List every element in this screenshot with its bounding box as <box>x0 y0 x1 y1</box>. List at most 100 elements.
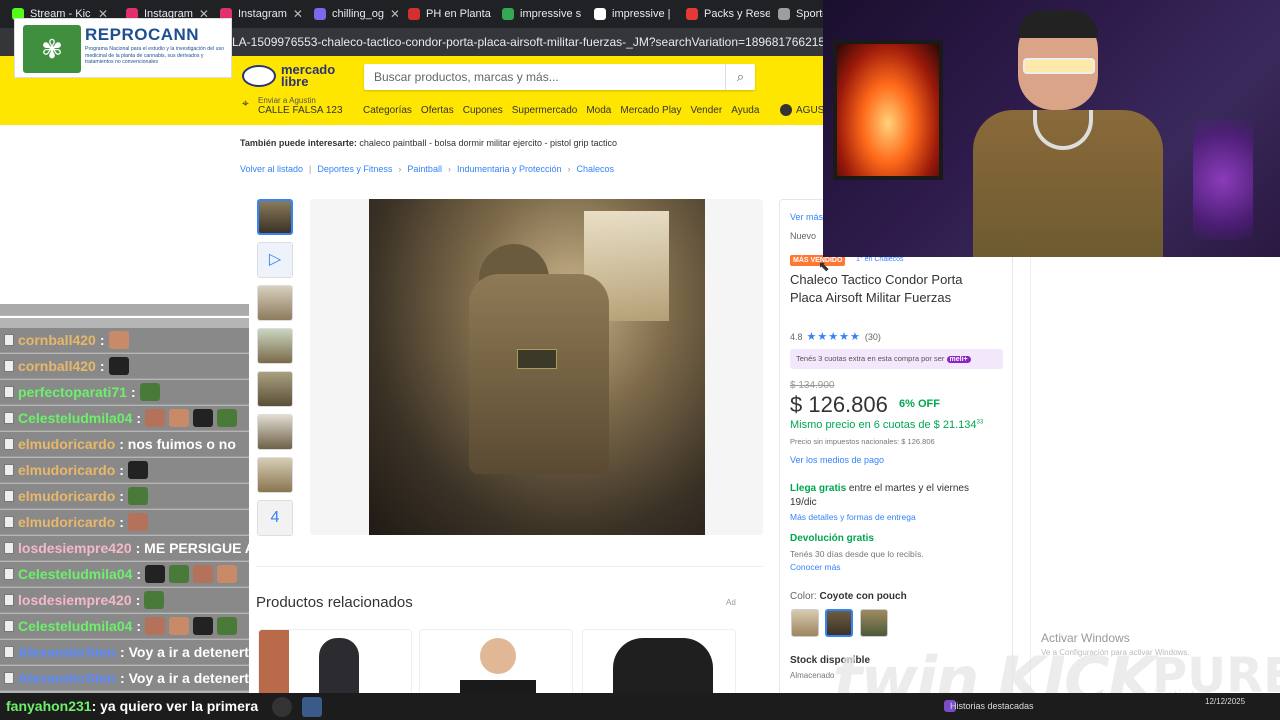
rating[interactable]: 4.8 ★★★★★ (30) <box>790 330 881 343</box>
chat-message: AlexanderSten: Voy a ir a detenerte <box>0 666 249 691</box>
nav-vender[interactable]: Vender <box>691 105 723 116</box>
breadcrumb-item[interactable]: Deportes y Fitness <box>317 164 392 174</box>
chat-username[interactable]: AlexanderSten <box>18 670 116 686</box>
browser-tab-chilling[interactable]: chilling_og ✕ <box>306 3 398 25</box>
browser-tab-sportclub[interactable]: Sportclu <box>770 3 830 25</box>
chat-username[interactable]: Celesteludmila04 <box>18 566 132 582</box>
chat-message: losdesiempre420: ME PERSIGUE AJA <box>0 536 249 561</box>
meli-plus-promo: Tenés 3 cuotas extra en esta compra por … <box>790 349 1003 369</box>
return-learn-more-link[interactable]: Conocer más <box>790 562 841 572</box>
chat-username[interactable]: cornball420 <box>18 358 96 374</box>
chat-username[interactable]: Celesteludmila04 <box>18 410 132 426</box>
emote-icon <box>217 409 238 427</box>
stream-chat-overlay: cornball420: cornball420: perfectoparati71… <box>0 304 249 720</box>
return-subtitle: Tenés 30 días desde que lo recibís. <box>790 549 924 559</box>
related-products-title: Productos relacionados <box>256 594 413 611</box>
emote-icon <box>193 409 214 427</box>
obs-icon[interactable] <box>272 697 292 717</box>
shipping-details-link[interactable]: Más detalles y formas de entrega <box>790 512 916 522</box>
gallery-thumbnail[interactable] <box>257 328 293 364</box>
chat-username[interactable]: elmudoricardo <box>18 462 115 478</box>
gallery-thumbnail[interactable] <box>257 371 293 407</box>
user-badge-icon <box>4 438 14 450</box>
video-thumbnail[interactable]: ▷ <box>257 242 293 278</box>
browser-tab-impressive[interactable]: impressive |✕ <box>586 3 678 25</box>
nav-moda[interactable]: Moda <box>586 105 611 116</box>
see-more-link[interactable]: Ver más <box>790 212 823 222</box>
cannabis-leaf-icon: ✾ <box>23 25 81 73</box>
chat-message: Celesteludmila04: <box>0 614 249 639</box>
account-menu[interactable]: AGUS <box>780 104 824 116</box>
chat-username[interactable]: Celesteludmila04 <box>18 618 132 634</box>
calculator-icon[interactable] <box>302 697 322 717</box>
emote-icon <box>108 331 129 349</box>
divider <box>256 566 763 567</box>
gallery-thumbnail[interactable] <box>257 457 293 493</box>
breadcrumb-item[interactable]: Paintball <box>407 164 442 174</box>
emote-icon <box>169 565 190 583</box>
color-swatch[interactable] <box>860 609 888 637</box>
chat-username[interactable]: elmudoricardo <box>18 514 115 530</box>
category-rank-link[interactable]: 1° en Chalecos <box>856 256 904 263</box>
chat-username[interactable]: cornball420 <box>18 332 96 348</box>
search-input[interactable]: Buscar productos, marcas y más... ⌕ <box>364 64 755 90</box>
chat-message: cornball420: <box>0 354 249 379</box>
gallery-thumbnail[interactable] <box>257 199 293 235</box>
product-card[interactable] <box>258 629 412 699</box>
close-icon[interactable]: ✕ <box>293 7 303 21</box>
back-to-list-link[interactable]: Volver al listado <box>240 164 303 174</box>
emote-icon <box>217 617 238 635</box>
nav-supermercado[interactable]: Supermercado <box>512 105 578 116</box>
windows-taskbar: fanyahon231: ya quiero ver la primera Hi… <box>0 693 1280 720</box>
chat-username[interactable]: elmudoricardo <box>18 488 115 504</box>
breadcrumb-item[interactable]: Indumentaria y Protección <box>457 164 562 174</box>
nav-mercado-play[interactable]: Mercado Play <box>620 105 681 116</box>
emote-icon <box>139 383 160 401</box>
avatar <box>780 104 792 116</box>
user-badge-icon <box>4 646 14 658</box>
chat-username[interactable]: perfectoparati71 <box>18 384 127 400</box>
chat-text: : nos fuimos o no <box>119 436 236 452</box>
site-icon <box>594 8 606 20</box>
user-badge-icon <box>4 568 14 580</box>
nav-cupones[interactable]: Cupones <box>463 105 503 116</box>
chat-message: cornball420: <box>0 328 249 353</box>
more-images-thumbnail[interactable]: 4 <box>257 500 293 536</box>
chat-username[interactable]: losdesiempre420 <box>18 540 132 556</box>
chat-text: : <box>135 592 141 608</box>
color-swatch[interactable] <box>791 609 819 637</box>
payment-methods-link[interactable]: Ver los medios de pago <box>790 455 884 465</box>
ad-tag: Ad <box>726 598 736 607</box>
search-icon[interactable]: ⌕ <box>725 64 755 90</box>
product-card[interactable] <box>582 629 736 699</box>
chat-text: : Voy a ir a detenerte <box>120 644 249 660</box>
mercadolibre-logo[interactable]: mercado libre <box>242 63 335 88</box>
news-widget[interactable]: Historias destacadas <box>950 701 1034 711</box>
nav-ofertas[interactable]: Ofertas <box>421 105 454 116</box>
browser-tab-ph[interactable]: PH en Planta✕ <box>400 3 492 25</box>
close-icon[interactable]: ✕ <box>390 7 398 21</box>
browser-tab-maps[interactable]: impressive s✕ <box>494 3 586 25</box>
chat-username[interactable]: elmudoricardo <box>18 436 115 452</box>
chat-text: : <box>99 332 105 348</box>
chat-message: elmudoricardo: <box>0 510 249 535</box>
chat-text: : Voy a ir a detenerte <box>120 670 249 686</box>
chat-username[interactable]: losdesiempre420 <box>18 592 132 608</box>
nav-ayuda[interactable]: Ayuda <box>731 105 759 116</box>
delivery-location[interactable]: ⌖ Enviar a Agustin CALLE FALSA 123 <box>242 96 343 116</box>
browser-tab-packs[interactable]: Packs y Rese✕ <box>678 3 770 25</box>
product-card[interactable] <box>419 629 573 699</box>
nav-categorias[interactable]: Categorías <box>363 105 412 116</box>
breadcrumb-item[interactable]: Chalecos <box>577 164 615 174</box>
chat-username[interactable]: AlexanderSten <box>18 644 116 660</box>
discount-label: 6% OFF <box>899 398 940 410</box>
clock[interactable]: 12/12/2025 <box>1205 697 1245 707</box>
color-swatch-selected[interactable] <box>825 609 853 637</box>
gallery-thumbnail[interactable] <box>257 414 293 450</box>
price: $ 126.806 <box>790 392 888 417</box>
user-badge-icon <box>4 594 14 606</box>
main-product-image[interactable] <box>369 199 705 535</box>
gallery-thumbnail[interactable] <box>257 285 293 321</box>
meli-plus-badge: meli+ <box>946 356 971 363</box>
chat-message: Celesteludmila04: <box>0 406 249 431</box>
